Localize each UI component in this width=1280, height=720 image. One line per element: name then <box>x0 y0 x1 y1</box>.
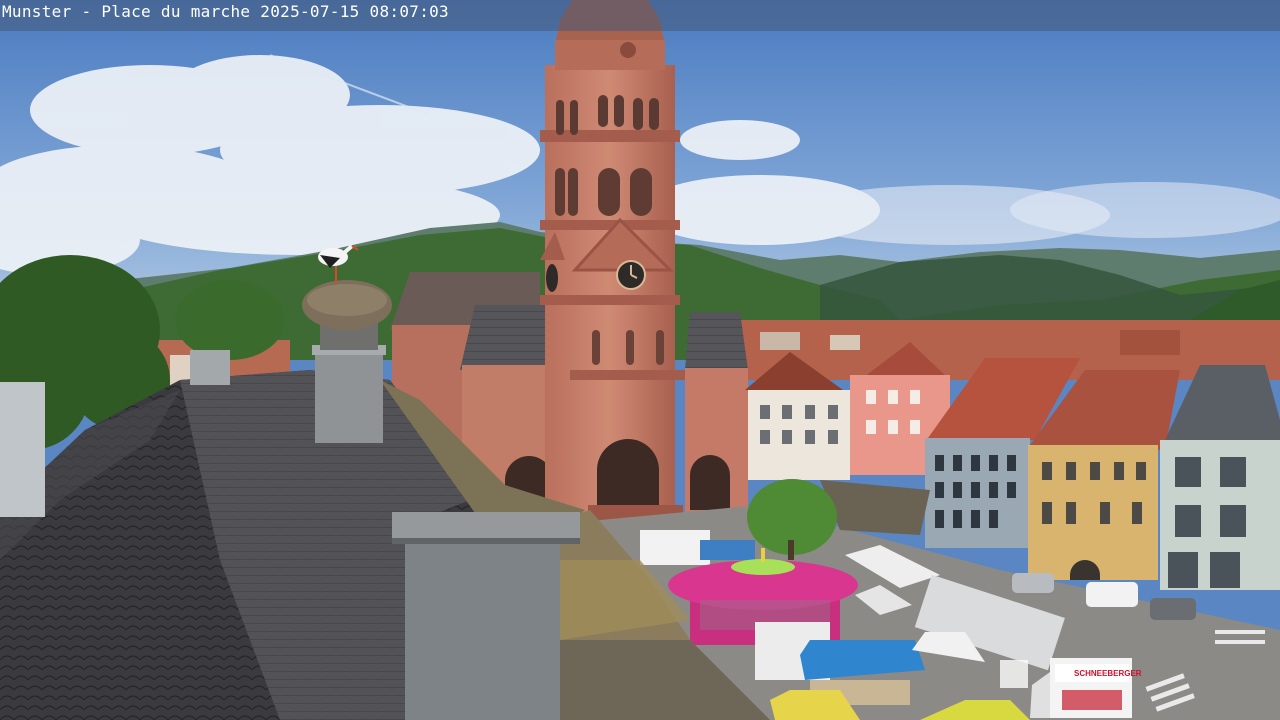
front-chimney <box>392 512 580 720</box>
date-label: 2025-07-15 <box>260 2 360 21</box>
location-label: Munster - Place du marche <box>2 2 251 21</box>
time-label: 08:07:03 <box>369 2 449 21</box>
webcam-scene: SCHNEEBERGER <box>0 0 1280 720</box>
van-sign-text: SCHNEEBERGER <box>1074 669 1142 678</box>
webcam-title-bar: Munster - Place du marche 2025-07-15 08:… <box>0 0 1280 31</box>
